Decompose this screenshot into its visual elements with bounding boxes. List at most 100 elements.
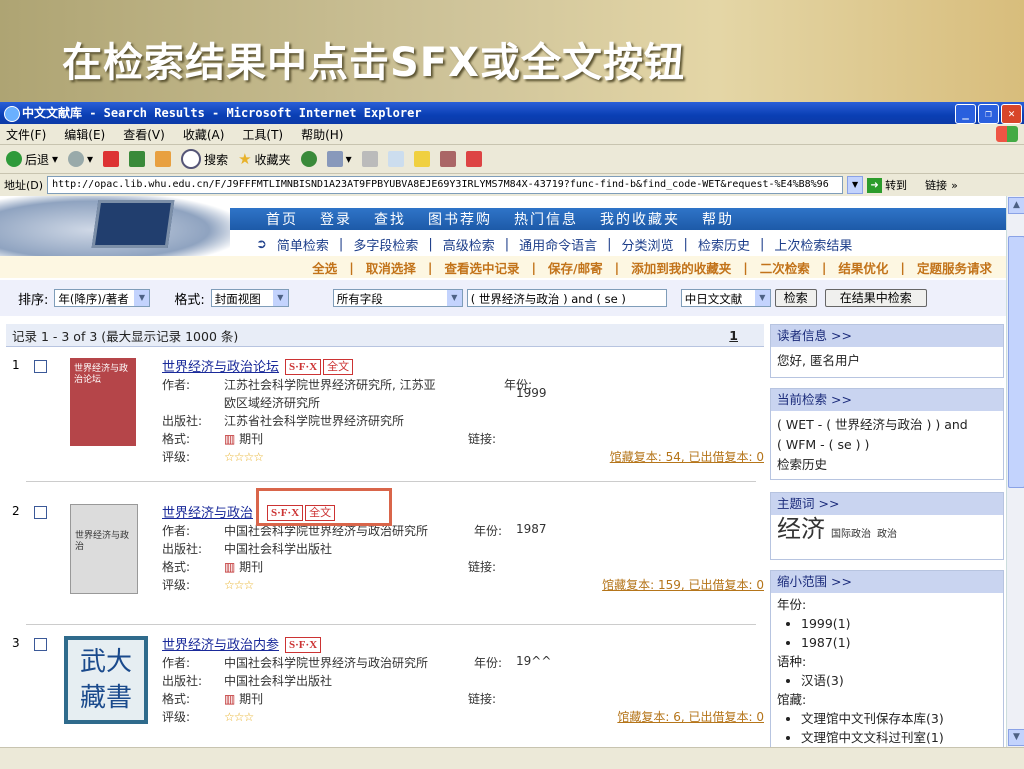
home-button[interactable] <box>155 151 172 167</box>
messenger-button[interactable] <box>465 151 482 167</box>
nav-home[interactable]: 首页 <box>266 209 298 229</box>
media-button[interactable] <box>300 151 317 167</box>
nav-help[interactable]: 帮助 <box>702 209 734 229</box>
menu-favorites[interactable]: 收藏(A) <box>183 126 225 143</box>
narrow-panel-title[interactable]: 缩小范围 >> <box>771 571 1003 593</box>
topic-panel-title[interactable]: 主题词 >> <box>771 493 1003 515</box>
minimize-button[interactable]: _ <box>955 104 976 124</box>
record-title[interactable]: 世界经济与政治内参 S·F·X <box>162 634 322 653</box>
menu-help[interactable]: 帮助(H) <box>301 126 343 143</box>
menu-tools[interactable]: 工具(T) <box>242 126 283 143</box>
mail-button[interactable]: ▾ <box>326 151 352 167</box>
field-select[interactable]: 所有字段 ▼ <box>332 289 463 307</box>
menu-file[interactable]: 文件(F) <box>6 126 46 143</box>
discuss-button[interactable] <box>413 151 430 167</box>
search-submit-button[interactable]: 检索 <box>774 289 817 307</box>
scroll-down-icon[interactable]: ▼ <box>1008 729 1024 746</box>
chevron-right-icon[interactable]: » <box>951 179 958 192</box>
sdi-request-link[interactable]: 定题服务请求 <box>917 258 992 277</box>
close-button[interactable]: ✕ <box>1001 104 1022 124</box>
status-bar <box>0 747 1024 769</box>
nav-multi-field[interactable]: 多字段检索 <box>353 235 418 254</box>
edit-button[interactable] <box>387 151 404 167</box>
scroll-thumb[interactable] <box>1008 236 1024 488</box>
chevron-down-icon: ▼ <box>272 290 288 306</box>
back-button[interactable]: 后退 ▾ <box>6 151 58 168</box>
links-button[interactable]: 链接 <box>925 177 947 193</box>
topic-keyword[interactable]: 国际政治 <box>831 529 871 540</box>
nav-login[interactable]: 登录 <box>320 209 352 229</box>
sfx-button[interactable]: S·F·X <box>285 637 322 653</box>
deselect-link[interactable]: 取消选择 <box>366 258 416 277</box>
result-record: 1 世界经济与政治论坛 世界经济与政治论坛 S·F·X 全文 作者: 江苏社会科学院世… <box>12 356 764 465</box>
mail-icon <box>326 151 343 167</box>
page-link[interactable]: 1 <box>729 328 738 343</box>
favorites-button[interactable]: ★ 收藏夹 <box>238 150 290 168</box>
link-label: 链接: <box>468 432 497 446</box>
address-dropdown-icon[interactable]: ▼ <box>847 176 864 194</box>
forward-button[interactable]: ▾ <box>68 151 93 167</box>
add-favorites-link[interactable]: 添加到我的收藏夹 <box>631 258 731 277</box>
history-link[interactable]: 检索历史 <box>777 455 997 475</box>
view-selected-link[interactable]: 查看选中记录 <box>444 258 519 277</box>
record-title[interactable]: 世界经济与政治论坛 S·F·X 全文 <box>162 356 354 375</box>
print-button[interactable] <box>361 151 378 167</box>
sfx-button[interactable]: S·F·X <box>285 359 322 375</box>
topic-panel: 主题词 >> 经济 国际政治 政治 <box>770 492 1004 560</box>
go-button[interactable]: ➜ 转到 <box>867 177 907 193</box>
query-input[interactable]: ( 世界经济与政治 ) and ( se ) <box>466 289 667 307</box>
library-facet-item[interactable]: 文理馆中文文科过刊室(1) <box>801 728 997 747</box>
sort-select[interactable]: 年(降序)/著者 ▼ <box>54 289 151 307</box>
divider <box>26 481 756 482</box>
holdings-link[interactable]: 馆藏复本: 159, 已出借复本: 0 <box>602 576 764 593</box>
vertical-scrollbar[interactable]: ▲ ▼ <box>1006 196 1024 747</box>
record-checkbox[interactable] <box>34 638 47 651</box>
holdings-link[interactable]: 馆藏复本: 6, 已出借复本: 0 <box>617 708 764 725</box>
home-icon <box>155 151 172 167</box>
address-input[interactable]: http://opac.lib.whu.edu.cn/F/J9FFFMTLIMN… <box>47 176 844 194</box>
nav-recommend[interactable]: 图书荐购 <box>428 209 492 229</box>
nav-favorites[interactable]: 我的收藏夹 <box>600 209 680 229</box>
nav-advanced[interactable]: 高级检索 <box>443 235 495 254</box>
cover-image[interactable]: 世界经济与政治 <box>70 504 138 594</box>
topic-keyword[interactable]: 经济 <box>777 515 825 543</box>
restore-button[interactable]: ❐ <box>978 104 999 124</box>
nav-simple-search[interactable]: 简单检索 <box>277 235 329 254</box>
database-select[interactable]: 中日文文献 ▼ <box>680 289 771 307</box>
record-format: 期刊 <box>239 560 264 574</box>
nav-find[interactable]: 查找 <box>374 209 406 229</box>
record-checkbox[interactable] <box>34 360 47 373</box>
optimize-link[interactable]: 结果优化 <box>838 258 888 277</box>
cover-image[interactable]: 世界经济与政治论坛 <box>70 358 136 446</box>
reader-panel-title[interactable]: 读者信息 >> <box>771 325 1003 347</box>
record-checkbox[interactable] <box>34 506 47 519</box>
stop-button[interactable] <box>103 151 120 167</box>
fulltext-button[interactable]: 全文 <box>323 359 354 375</box>
refresh-button[interactable] <box>129 151 146 167</box>
chevron-down-icon: ▼ <box>446 290 462 306</box>
year-facet-item[interactable]: 1987(1) <box>801 633 997 652</box>
current-search-title[interactable]: 当前检索 >> <box>771 389 1003 411</box>
nav-hot[interactable]: 热门信息 <box>514 209 578 229</box>
holdings-link[interactable]: 馆藏复本: 54, 已出借复本: 0 <box>610 448 764 465</box>
menu-edit[interactable]: 编辑(E) <box>64 126 105 143</box>
menu-view[interactable]: 查看(V) <box>123 126 165 143</box>
year-facet-item[interactable]: 1999(1) <box>801 614 997 633</box>
topic-keyword[interactable]: 政治 <box>877 529 897 540</box>
select-all-link[interactable]: 全选 <box>312 258 337 277</box>
search-button[interactable]: 搜索 <box>181 149 228 169</box>
research-button[interactable] <box>439 151 456 167</box>
refine-search-link[interactable]: 二次检索 <box>760 258 810 277</box>
format-select[interactable]: 封面视图 ▼ <box>210 289 289 307</box>
save-mail-link[interactable]: 保存/邮寄 <box>548 258 603 277</box>
nav-browse[interactable]: 分类浏览 <box>622 235 674 254</box>
lang-facet-item[interactable]: 汉语(3) <box>801 671 997 690</box>
nav-history[interactable]: 检索历史 <box>698 235 750 254</box>
scroll-up-icon[interactable]: ▲ <box>1008 197 1024 214</box>
toolbar: 后退 ▾ ▾ 搜索 ★ 收藏夹 ▾ <box>0 145 1024 174</box>
search-in-results-button[interactable]: 在结果中检索 <box>824 289 927 307</box>
library-facet-item[interactable]: 文理馆中文刊保存本库(3) <box>801 709 997 728</box>
cover-image[interactable]: 武大藏書 <box>64 636 148 724</box>
nav-ccl[interactable]: 通用命令语言 <box>519 235 597 254</box>
nav-last-results[interactable]: 上次检索结果 <box>774 235 852 254</box>
